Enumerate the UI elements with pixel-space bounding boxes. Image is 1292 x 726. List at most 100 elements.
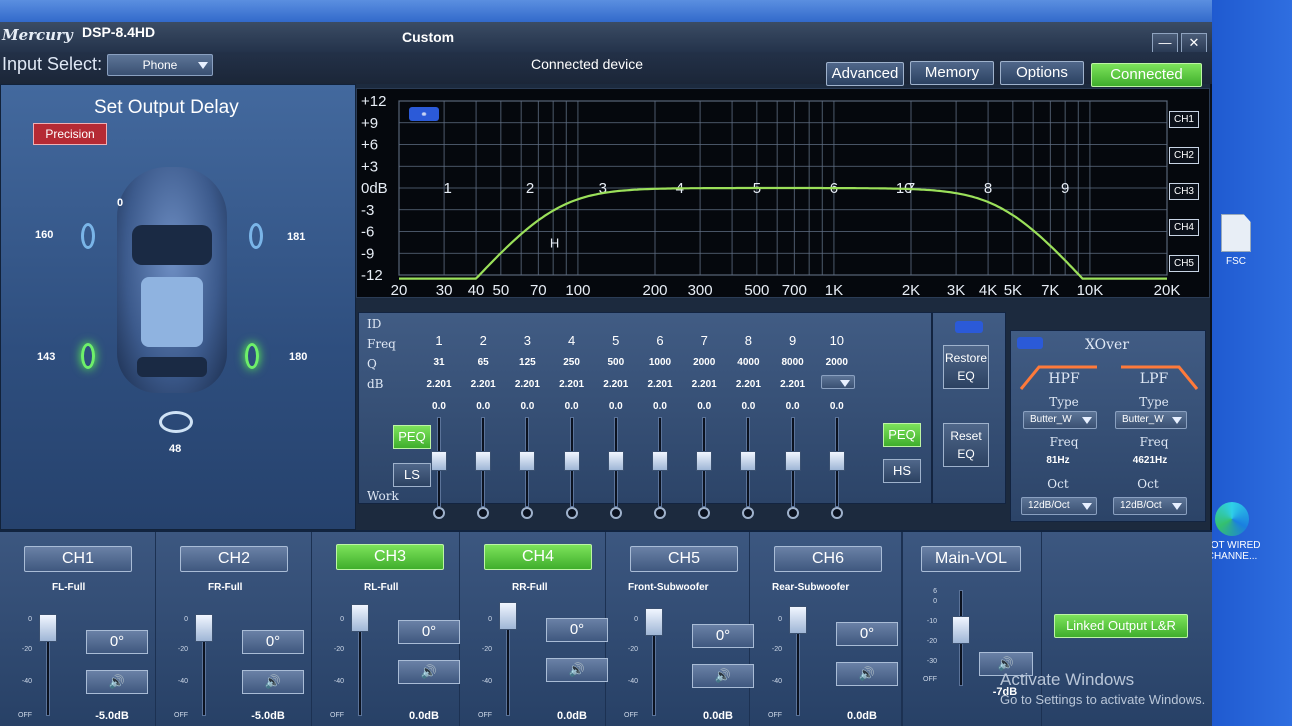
close-button[interactable]: ✕ bbox=[1181, 33, 1207, 53]
speaker-fr-icon[interactable] bbox=[249, 223, 263, 249]
phase-button[interactable]: 0° bbox=[836, 622, 898, 646]
channel-fader-knob[interactable] bbox=[351, 604, 369, 632]
hpf-type-dropdown[interactable]: Butter_W bbox=[1023, 411, 1097, 429]
mute-button[interactable]: 🔊 bbox=[398, 660, 460, 684]
mute-button[interactable]: 🔊 bbox=[242, 670, 304, 694]
eq-band-freq[interactable]: 2000 bbox=[817, 357, 857, 368]
channel-fader-track[interactable] bbox=[506, 616, 510, 716]
hpf-slope-dropdown[interactable]: 12dB/Oct bbox=[1021, 497, 1097, 515]
channel-tag[interactable]: CH3 bbox=[1169, 183, 1199, 200]
mute-button[interactable]: 🔊 bbox=[86, 670, 148, 694]
lpf-type-dropdown[interactable]: Butter_W bbox=[1115, 411, 1187, 429]
speaker-fl-icon[interactable] bbox=[81, 223, 95, 249]
eq-band-work-toggle[interactable] bbox=[654, 507, 666, 519]
channel-tag[interactable]: CH1 bbox=[1169, 111, 1199, 128]
restore-eq-button[interactable]: Restore EQ bbox=[943, 345, 989, 389]
link-icon[interactable] bbox=[1017, 337, 1043, 349]
channel-button[interactable]: CH2 bbox=[180, 546, 288, 572]
lpf-slope-dropdown[interactable]: 12dB/Oct bbox=[1113, 497, 1187, 515]
eq-response-graph[interactable]: +12 +9 +6 +3 0dB -3 -6 -9 -12 20 30 40 50 70 100 200 300… bbox=[356, 88, 1210, 299]
speaker-rr-icon[interactable] bbox=[245, 343, 259, 369]
left-peq-button[interactable]: PEQ bbox=[393, 425, 431, 449]
channel-tag[interactable]: CH2 bbox=[1169, 147, 1199, 164]
phase-button[interactable]: 0° bbox=[692, 624, 754, 648]
channel-fader-knob[interactable] bbox=[39, 614, 57, 642]
channel-tag[interactable]: CH4 bbox=[1169, 219, 1199, 236]
eq-band-freq[interactable]: 2000 bbox=[684, 357, 724, 368]
eq-band-freq[interactable]: 1000 bbox=[640, 357, 680, 368]
phase-button[interactable]: 0° bbox=[546, 618, 608, 642]
minimize-button[interactable]: — bbox=[1152, 33, 1178, 53]
phase-button[interactable]: 0° bbox=[86, 630, 148, 654]
eq-band-work-toggle[interactable] bbox=[565, 507, 578, 519]
eq-band-fader-knob[interactable] bbox=[563, 451, 580, 471]
eq-band-freq[interactable]: 250 bbox=[552, 357, 592, 368]
precision-button[interactable]: Precision bbox=[33, 123, 107, 145]
eq-band-fader-knob[interactable] bbox=[696, 451, 713, 471]
eq-band-freq[interactable]: 500 bbox=[596, 357, 636, 368]
eq-band-q[interactable]: 2.201 bbox=[596, 379, 636, 390]
channel-tag[interactable]: CH5 bbox=[1169, 255, 1199, 272]
reset-eq-button[interactable]: Reset EQ bbox=[943, 423, 989, 467]
eq-band-fader-knob[interactable] bbox=[784, 451, 801, 471]
eq-band-fader-knob[interactable] bbox=[740, 451, 757, 471]
connected-button[interactable]: Connected bbox=[1091, 63, 1202, 87]
hpf-freq-value[interactable]: 81Hz bbox=[1033, 455, 1083, 466]
link-icon[interactable] bbox=[955, 321, 983, 333]
eq-band-work-toggle[interactable] bbox=[521, 507, 534, 519]
eq-band-work-toggle[interactable] bbox=[698, 507, 711, 519]
channel-button[interactable]: CH5 bbox=[630, 546, 738, 572]
eq-band-q[interactable]: 2.201 bbox=[684, 379, 724, 390]
eq-band-freq[interactable]: 8000 bbox=[773, 357, 813, 368]
channel-button[interactable]: CH1 bbox=[24, 546, 132, 572]
eq-band-fader-knob[interactable] bbox=[431, 451, 447, 471]
eq-band-fader-knob[interactable] bbox=[828, 451, 845, 471]
eq-band-work-toggle[interactable] bbox=[433, 507, 445, 519]
eq-band-q[interactable]: 2.201 bbox=[640, 379, 680, 390]
channel-fader-knob[interactable] bbox=[499, 602, 517, 630]
mute-button[interactable]: 🔊 bbox=[546, 658, 608, 682]
channel-button[interactable]: CH6 bbox=[774, 546, 882, 572]
eq-band-q-dropdown[interactable] bbox=[820, 375, 855, 389]
right-hs-button[interactable]: HS bbox=[883, 459, 921, 483]
right-peq-button[interactable]: PEQ bbox=[883, 423, 921, 447]
left-ls-button[interactable]: LS bbox=[393, 463, 431, 487]
eq-band-q[interactable]: 2.201 bbox=[773, 379, 813, 390]
speaker-rl-icon[interactable] bbox=[81, 343, 95, 369]
channel-fader-knob[interactable] bbox=[195, 614, 213, 642]
channel-fader-knob[interactable] bbox=[645, 608, 663, 636]
eq-band-fader-knob[interactable] bbox=[475, 451, 492, 471]
eq-band-freq[interactable]: 65 bbox=[463, 357, 503, 368]
eq-band-work-toggle[interactable] bbox=[742, 507, 755, 519]
main-vol-fader-knob[interactable] bbox=[952, 616, 970, 644]
eq-band-fader-knob[interactable] bbox=[652, 451, 668, 471]
lpf-freq-value[interactable]: 4621Hz bbox=[1125, 455, 1175, 466]
input-select-dropdown[interactable]: Phone bbox=[107, 54, 213, 76]
phase-button[interactable]: 0° bbox=[398, 620, 460, 644]
options-button[interactable]: Options bbox=[1000, 61, 1084, 85]
eq-band-q[interactable]: 2.201 bbox=[419, 379, 459, 390]
subwoofer-icon[interactable] bbox=[159, 411, 193, 433]
channel-button[interactable]: CH3 bbox=[336, 544, 444, 570]
desktop-icon-fsc[interactable]: FSC bbox=[1208, 214, 1264, 267]
eq-band-work-toggle[interactable] bbox=[786, 507, 799, 519]
linked-output-button[interactable]: Linked Output L&R bbox=[1054, 614, 1188, 638]
advanced-button[interactable]: Advanced bbox=[826, 62, 904, 86]
eq-band-work-toggle[interactable] bbox=[609, 507, 622, 519]
eq-band-work-toggle[interactable] bbox=[477, 507, 490, 519]
eq-band-fader-knob[interactable] bbox=[607, 451, 624, 471]
eq-band-q[interactable]: 2.201 bbox=[463, 379, 503, 390]
eq-band-q[interactable]: 2.201 bbox=[728, 379, 768, 390]
eq-band-fader-knob[interactable] bbox=[519, 451, 536, 471]
main-vol-button[interactable]: Main-VOL bbox=[921, 546, 1021, 572]
channel-button[interactable]: CH4 bbox=[484, 544, 592, 570]
memory-button[interactable]: Memory bbox=[910, 61, 994, 85]
eq-band-work-toggle[interactable] bbox=[830, 507, 843, 519]
mute-button[interactable]: 🔊 bbox=[836, 662, 898, 686]
link-icon[interactable]: ⚭ bbox=[409, 107, 439, 121]
channel-fader-knob[interactable] bbox=[789, 606, 807, 634]
mute-button[interactable]: 🔊 bbox=[692, 664, 754, 688]
eq-band-freq[interactable]: 4000 bbox=[728, 357, 768, 368]
eq-band-freq[interactable]: 31 bbox=[419, 357, 459, 368]
eq-band-q[interactable]: 2.201 bbox=[552, 379, 592, 390]
